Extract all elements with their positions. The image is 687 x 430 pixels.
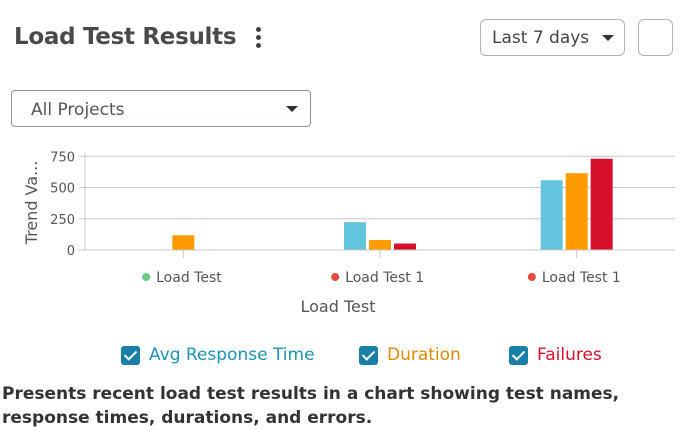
chevron-down-icon — [286, 106, 298, 112]
widget-action-button[interactable] — [638, 19, 673, 56]
load-test-chart: 0 250 500 750 Trend Va... Load Test Load Test … — [22, 150, 675, 316]
x-axis-label: Load Test — [301, 297, 376, 316]
bar — [172, 235, 195, 250]
widget-header: Load Test Results Last 7 days — [0, 0, 687, 80]
time-range-dropdown[interactable]: Last 7 days — [480, 19, 625, 56]
bar — [369, 240, 391, 250]
category-status-dot — [142, 273, 151, 281]
chevron-down-icon — [602, 35, 614, 41]
bar — [540, 180, 563, 250]
widget-title: Load Test Results — [14, 24, 237, 50]
checkbox-checked-icon[interactable] — [121, 346, 140, 365]
y-tick-label: 500 — [50, 182, 75, 197]
y-tick-label: 250 — [50, 213, 75, 228]
widget-description: Presents recent load test results in a c… — [2, 384, 620, 428]
category-status-dot — [331, 273, 340, 281]
checkbox-checked-icon[interactable] — [359, 346, 378, 365]
bar — [565, 173, 588, 250]
chart-legend: Avg Response Time Duration Failures — [0, 343, 687, 369]
y-tick-label: 0 — [67, 244, 75, 259]
x-tick-label: Load Test 1 — [345, 270, 424, 286]
bar — [394, 243, 416, 250]
project-filter-dropdown[interactable]: All Projects — [11, 90, 311, 127]
legend-label: Duration — [387, 345, 461, 365]
legend-label: Failures — [537, 345, 602, 365]
x-tick-label: Load Test 1 — [542, 270, 621, 286]
more-options-icon[interactable] — [252, 26, 264, 52]
bar — [344, 222, 366, 250]
y-tick-label: 750 — [50, 150, 75, 165]
x-tick-label: Load Test — [156, 270, 222, 286]
project-filter-label: All Projects — [31, 100, 125, 120]
bar — [590, 158, 613, 250]
checkbox-checked-icon[interactable] — [509, 346, 528, 365]
y-axis-label: Trend Va... — [22, 161, 41, 246]
category-status-dot — [527, 273, 536, 281]
legend-label: Avg Response Time — [149, 345, 315, 365]
time-range-label: Last 7 days — [492, 28, 590, 48]
